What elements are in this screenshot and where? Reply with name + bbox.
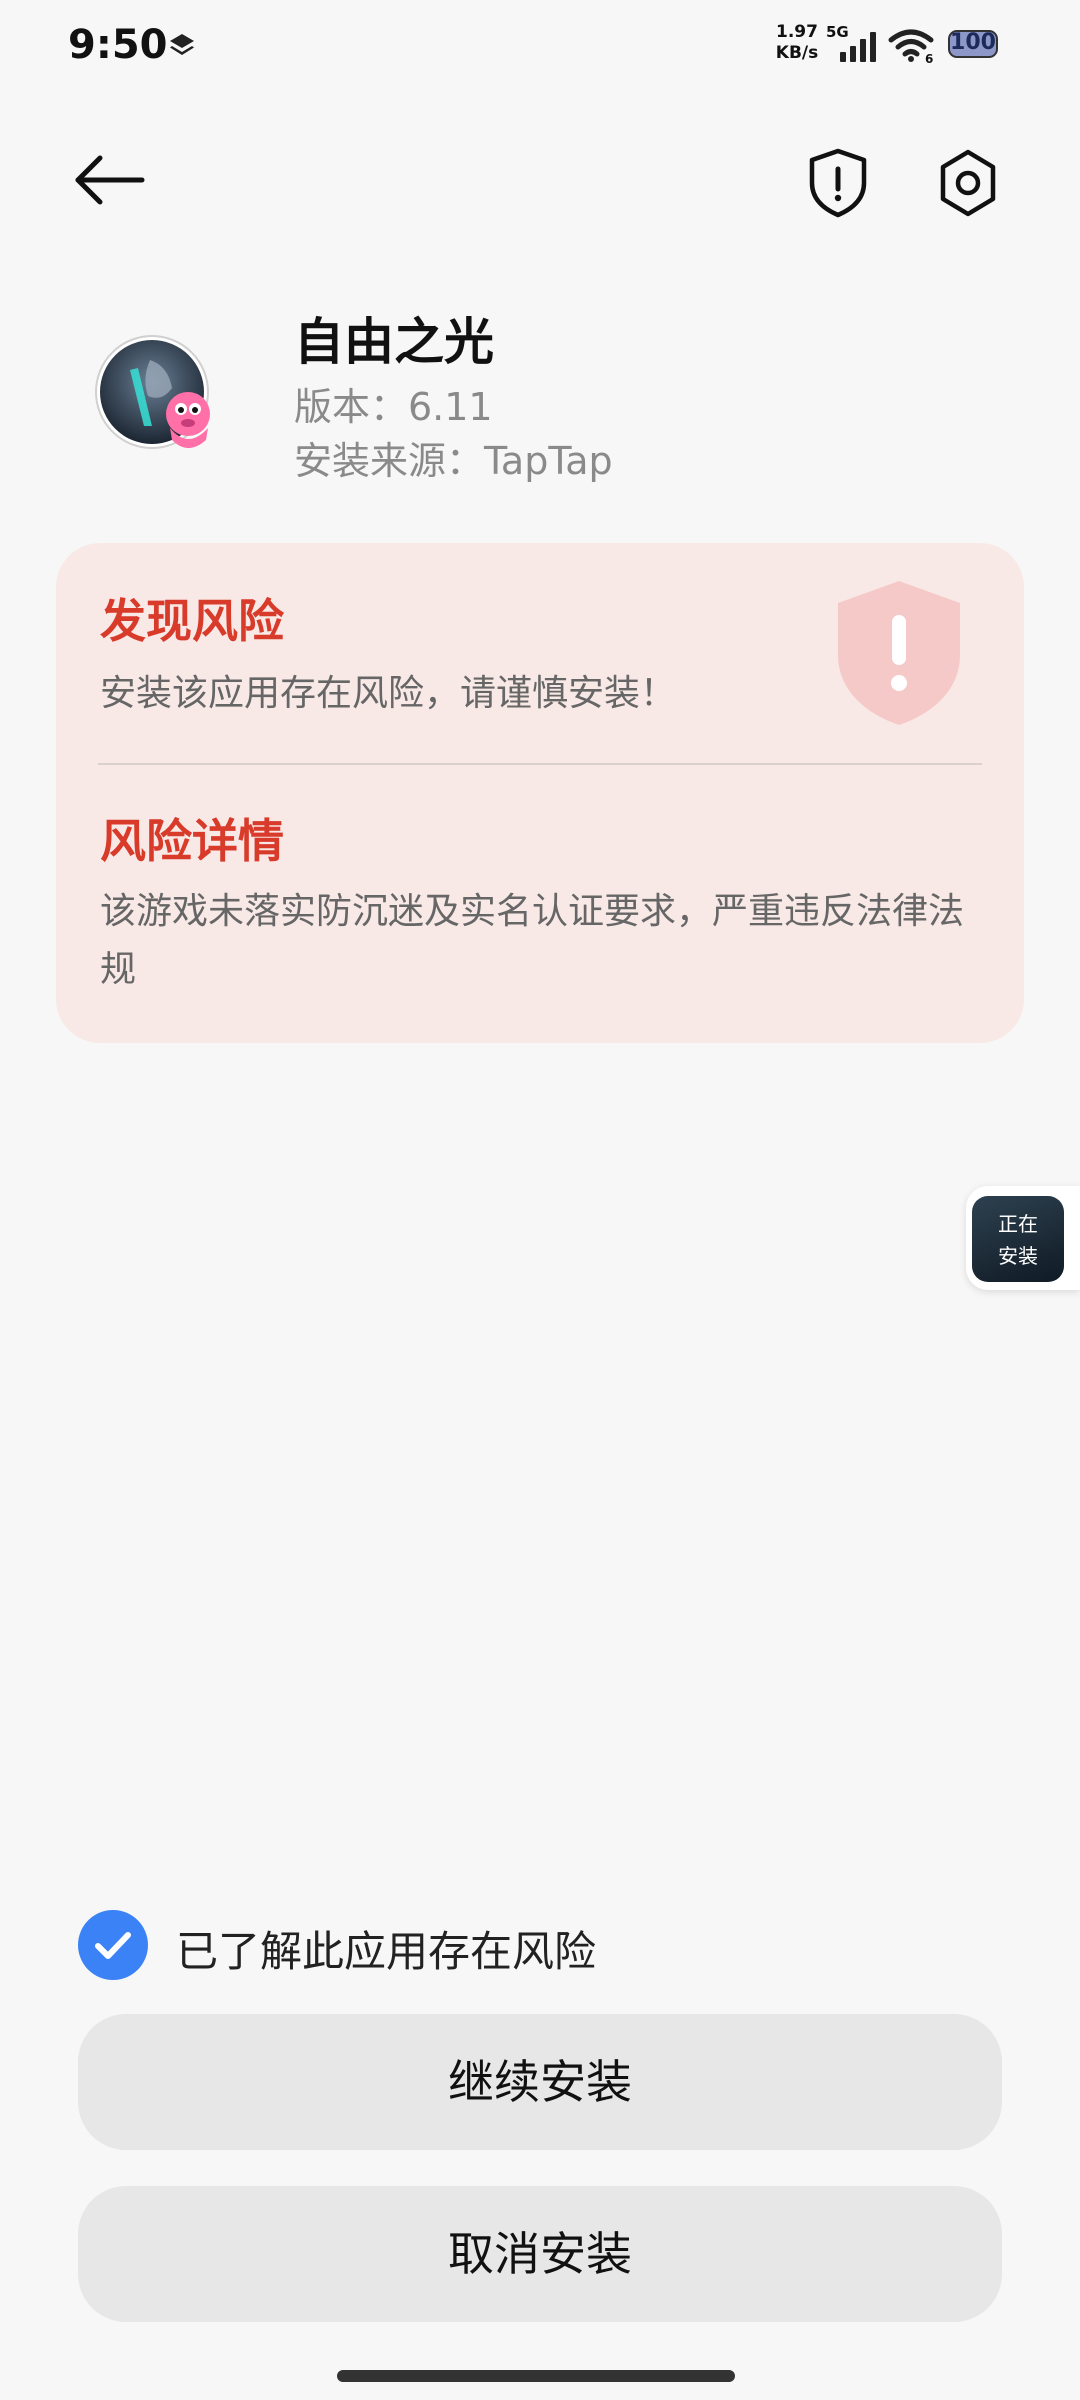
- installing-floating-chip[interactable]: 正在 安装: [966, 1186, 1080, 1290]
- installing-line-2: 安装: [998, 1244, 1038, 1268]
- app-name: 自由之光: [294, 313, 494, 371]
- app-version: 版本：6.11: [294, 385, 493, 429]
- security-shield-button[interactable]: [800, 145, 876, 221]
- back-button[interactable]: [70, 145, 150, 215]
- install-source: 安装来源：TapTap: [294, 439, 613, 483]
- cancel-install-button[interactable]: 取消安装: [78, 2186, 1002, 2322]
- risk-found-text: 安装该应用存在风险，请谨慎安装！: [100, 673, 677, 714]
- net-speed-value: 1.97: [776, 22, 818, 42]
- installing-status: 正在 安装: [972, 1208, 1064, 1272]
- layers-icon: [170, 34, 194, 55]
- risk-divider: [98, 763, 982, 765]
- settings-button[interactable]: [930, 145, 1006, 221]
- home-indicator[interactable]: [337, 2370, 735, 2382]
- wifi-icon: 6: [888, 29, 934, 64]
- shield-alert-icon: [809, 148, 867, 218]
- net-speed: 1.97 KB/s: [772, 22, 822, 64]
- checkmark-icon: [95, 1932, 131, 1959]
- cellular-signal-icon: 5G: [826, 24, 876, 62]
- risk-detail-text: 该游戏未落实防沉迷及实名认证要求，严重违反法律法规: [100, 891, 965, 990]
- battery-level: 100: [950, 30, 996, 55]
- status-bar: 9:50 1.97 KB/s 5G 6 100: [0, 0, 1080, 90]
- net-speed-unit: KB/s: [775, 43, 819, 63]
- risk-found-title: 发现风险: [100, 594, 284, 648]
- continue-install-button[interactable]: 继续安装: [78, 2014, 1002, 2150]
- risk-acknowledge-label[interactable]: 已了解此应用存在风险: [176, 1918, 596, 1979]
- app-icon: [95, 335, 210, 449]
- installing-app-thumbnail: 正在 安装: [972, 1196, 1064, 1282]
- risk-detail-title: 风险详情: [100, 814, 284, 868]
- battery-icon: 100: [948, 30, 998, 58]
- network-type-label: 5G: [826, 24, 849, 41]
- gear-icon: [940, 149, 996, 217]
- risk-shield-icon: [838, 581, 960, 725]
- wifi-generation-label: 6: [925, 52, 933, 64]
- installing-line-1: 正在: [998, 1212, 1038, 1236]
- back-arrow-icon: [75, 155, 145, 205]
- risk-acknowledge-checkbox[interactable]: [78, 1910, 148, 1980]
- risk-warning-card: 发现风险 安装该应用存在风险，请谨慎安装！ 风险详情 该游戏未落实防沉迷及实名认…: [56, 543, 1024, 1043]
- status-time: 9:50: [68, 22, 168, 68]
- install-screen: 9:50 1.97 KB/s 5G 6 100 自由之光 版本：6.11 安装来…: [0, 0, 1080, 2400]
